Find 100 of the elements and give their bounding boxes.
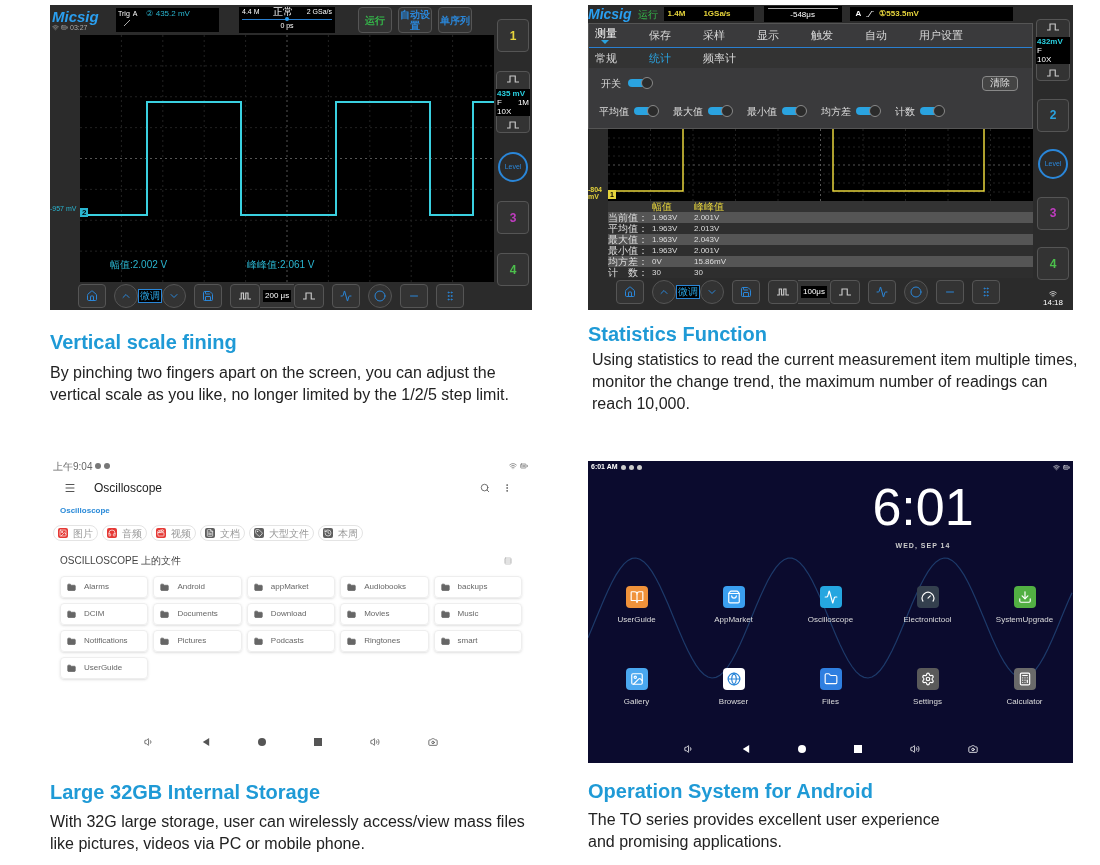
folder-item[interactable]: Download — [246, 603, 336, 625]
vertical-scale: 432mV — [1037, 36, 1064, 46]
save-button[interactable] — [194, 284, 222, 308]
folder-item[interactable]: Ringtones — [340, 630, 429, 652]
battery-icon — [61, 24, 68, 31]
column-header: 峰峰值 — [694, 201, 725, 212]
menu-tab[interactable]: 采样 — [703, 24, 757, 47]
toggle-switch[interactable] — [633, 105, 659, 117]
table-cell-text: 1.963V — [652, 223, 679, 234]
app-shortcut[interactable]: AppMarket — [685, 585, 782, 626]
position-slider[interactable] — [242, 17, 332, 21]
toggle-switch[interactable] — [781, 105, 807, 117]
folder-item[interactable]: appMarket — [246, 576, 336, 598]
folder-item[interactable]: Notifications — [60, 630, 149, 652]
toolbar-button[interactable]: 单序列 — [438, 7, 472, 33]
folder-item[interactable]: backups — [433, 576, 522, 598]
folder-icon — [253, 609, 263, 619]
sub-tab[interactable]: 频率计 — [703, 49, 757, 67]
channel-button[interactable]: 4 — [497, 253, 529, 286]
volume-up-icon[interactable] — [909, 744, 920, 754]
app-shortcut[interactable]: Calculator — [976, 667, 1073, 708]
sub-tab[interactable]: 统计 — [649, 49, 703, 67]
app-shortcut[interactable]: SystemUpgrade — [976, 585, 1073, 626]
trigger-panel[interactable]: A ①553.5mV — [849, 7, 1013, 21]
folder-item[interactable]: Audiobooks — [340, 576, 429, 598]
folder-item[interactable]: Movies — [340, 603, 429, 625]
coupling-label: F — [1037, 45, 1042, 55]
activity-icon — [875, 286, 888, 298]
acquisition-panel[interactable]: 1.4M 1GSa/s — [663, 7, 754, 21]
toggle-switch[interactable] — [919, 105, 945, 117]
folder-item[interactable]: Podcasts — [246, 630, 336, 652]
home-button[interactable] — [616, 280, 644, 304]
toggle-switch[interactable] — [707, 105, 733, 117]
folder-item[interactable]: Pictures — [153, 630, 242, 652]
menu-icon[interactable] — [64, 482, 76, 494]
menu-tab[interactable]: 用户设置 — [919, 24, 973, 47]
folder-icon — [160, 582, 170, 592]
measure-button[interactable] — [332, 284, 361, 308]
measure-button[interactable] — [867, 280, 896, 304]
channel-button[interactable]: 4 — [1037, 247, 1069, 280]
volume-down-icon[interactable] — [683, 744, 694, 754]
app-shortcut[interactable]: Files — [782, 667, 879, 708]
pulse-down-icon — [1047, 69, 1059, 77]
toggle-label: 平均值 — [599, 104, 629, 119]
fine-tune-label: 微调 — [138, 289, 162, 303]
home-icon[interactable] — [258, 738, 266, 746]
table-cell-text: 2.001V — [694, 245, 721, 256]
menu-tab[interactable]: 显示 — [757, 24, 811, 47]
search-icon[interactable] — [480, 483, 490, 493]
folder-item[interactable]: Android — [153, 576, 242, 598]
app-shortcut[interactable]: Settings — [879, 667, 976, 708]
home-icon[interactable] — [797, 745, 806, 753]
app-shortcut[interactable]: Gallery — [588, 667, 685, 708]
section-label: OSCILLOSCOPE 上的文件 — [60, 554, 182, 568]
folder-item[interactable]: UserGuide — [60, 657, 149, 679]
back-icon[interactable] — [202, 738, 210, 746]
channel-button[interactable]: 2 — [1037, 98, 1069, 132]
app-shortcut[interactable]: Electronictool — [879, 585, 976, 626]
app-shortcut[interactable]: Oscilloscope — [782, 585, 879, 626]
folder-item[interactable]: Music — [433, 603, 522, 625]
app-shortcut[interactable]: UserGuide — [588, 585, 685, 626]
breadcrumb-link[interactable]: Oscilloscope — [60, 505, 522, 517]
folder-item[interactable]: Alarms — [60, 576, 149, 598]
cursor-button[interactable] — [903, 280, 928, 304]
app-shortcut[interactable]: Browser — [685, 667, 782, 708]
recents-icon[interactable] — [853, 745, 862, 753]
trigger-level: ①553.5mV — [879, 8, 919, 20]
feature-description: The TO series provides excellent user experience and promising applications. — [588, 810, 941, 852]
zoom-out-button[interactable] — [230, 284, 260, 308]
toggle-switch[interactable] — [855, 105, 881, 117]
cursor-button[interactable] — [368, 284, 393, 308]
save-button[interactable] — [732, 280, 760, 304]
toolbar-button[interactable]: 自动设置 — [398, 7, 432, 33]
house-icon — [624, 286, 636, 298]
zoom-in-button[interactable] — [294, 284, 325, 308]
menu-tab[interactable]: 自动 — [865, 24, 919, 47]
home-button[interactable] — [78, 284, 106, 308]
double-pulse-icon — [239, 292, 251, 300]
table-cell-text: 1.963V — [652, 212, 679, 223]
channel-scale-panel[interactable]: 432mV F 10X — [1036, 19, 1070, 81]
menu-tab[interactable]: 触发 — [811, 24, 865, 47]
channel-scale-panel[interactable]: 435 mV F 1M 10X — [496, 71, 530, 133]
folder-icon — [253, 582, 263, 592]
zoom-in-button[interactable] — [829, 280, 860, 304]
timebase-scale: 100μs — [798, 280, 830, 304]
channel-button[interactable]: 1 — [497, 19, 529, 52]
timebase-panel[interactable]: -548μs — [763, 6, 842, 22]
clock-widget[interactable]: 6:01 — [872, 479, 974, 535]
folder-item[interactable]: DCIM — [60, 603, 149, 625]
sub-tab[interactable]: 常规 — [595, 49, 649, 67]
toolbar-button[interactable]: 运行 — [358, 7, 392, 33]
back-icon[interactable] — [741, 745, 750, 753]
zoom-out-button[interactable] — [768, 280, 798, 304]
menu-tab[interactable]: 保存 — [649, 24, 703, 47]
toggle-switch[interactable] — [627, 77, 653, 89]
clear-button[interactable]: 清除 — [982, 75, 1018, 91]
folder-item[interactable]: smart — [433, 630, 522, 652]
menu-tab[interactable]: 测量 — [595, 24, 649, 47]
status-clock: 14:18 — [1043, 298, 1063, 308]
folder-item[interactable]: Documents — [153, 603, 242, 625]
